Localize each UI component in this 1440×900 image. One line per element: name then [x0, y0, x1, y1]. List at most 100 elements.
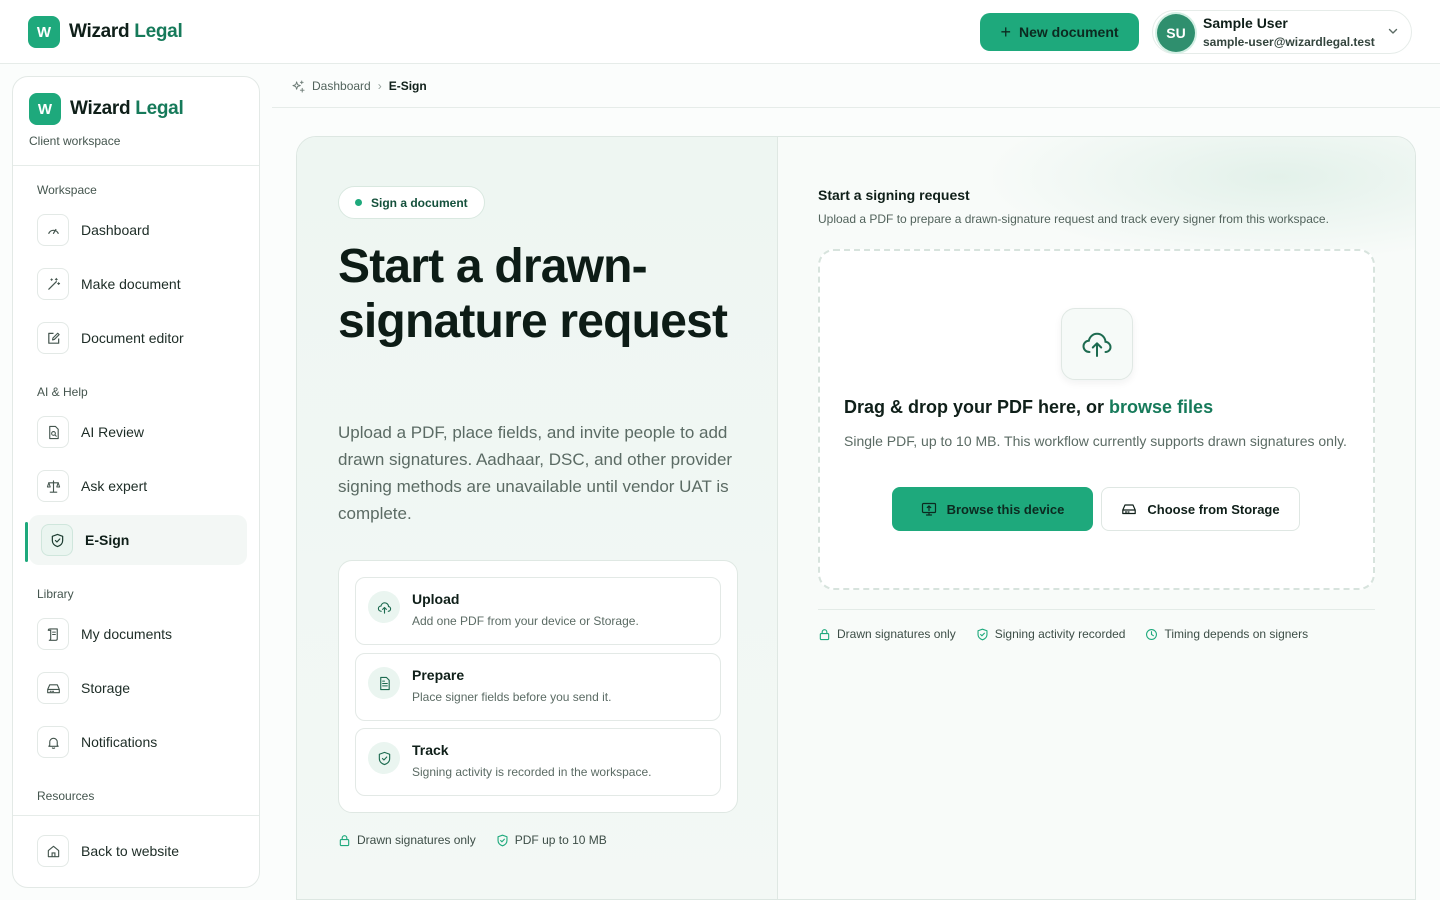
steps-card: Upload Add one PDF from your device or S… — [338, 560, 738, 813]
sidebar-item-label: My documents — [81, 626, 173, 642]
browse-files-link[interactable]: browse files — [1109, 397, 1213, 417]
file-review-icon — [37, 416, 69, 448]
badge-label: Drawn signatures only — [357, 833, 476, 847]
badge-activity-recorded: Signing activity recorded — [976, 627, 1126, 641]
dropzone-title: Drag & drop your PDF here, or browse fil… — [844, 397, 1213, 418]
page-title: Start a drawn-signature request — [338, 240, 728, 348]
signing-request-title: Start a signing request — [818, 187, 970, 203]
pill-label: Sign a document — [371, 195, 468, 210]
dropzone-description: Single PDF, up to 10 MB. This workflow c… — [844, 433, 1347, 449]
request-badges: Drawn signatures only Signing activity r… — [818, 627, 1328, 641]
sidebar-item-label: Make document — [81, 276, 181, 292]
scale-icon — [37, 470, 69, 502]
shield-check-icon — [977, 628, 988, 640]
scroll-icon — [37, 618, 69, 650]
edit-icon — [37, 322, 69, 354]
home-icon — [37, 835, 69, 867]
section-library: Library — [37, 587, 74, 601]
shield-check-icon — [41, 524, 73, 556]
brand-name-main: Wizard — [70, 98, 131, 119]
request-divider — [818, 609, 1375, 610]
gauge-icon — [37, 214, 69, 246]
sidebar-item-notifications[interactable]: Notifications — [25, 717, 247, 767]
sidebar-item-ai-review[interactable]: AI Review — [25, 407, 247, 457]
hero-badges: Drawn signatures only PDF up to 10 MB — [338, 833, 627, 847]
sidebar-item-label: AI Review — [81, 424, 145, 440]
hero-section: Sign a document Start a drawn-signature … — [297, 137, 778, 899]
choose-storage-button[interactable]: Choose from Storage — [1101, 487, 1300, 531]
sidebar-item-dashboard[interactable]: Dashboard — [25, 205, 247, 255]
sidebar-item-label: Back to website — [81, 843, 180, 859]
upload-tile — [1061, 308, 1133, 380]
magic-wand-icon — [37, 268, 69, 300]
cloud-upload-icon — [368, 591, 400, 623]
sidebar-divider — [13, 815, 259, 816]
lock-icon — [819, 628, 830, 640]
badge-drawn-signatures: Drawn signatures only — [338, 833, 476, 847]
status-dot — [355, 199, 362, 206]
top-bar: W Wizard Legal + New document SU Sample … — [0, 0, 1440, 64]
breadcrumb-divider — [272, 107, 1440, 108]
breadcrumb: Dashboard › E-Sign — [292, 78, 427, 94]
sidebar-item-document-editor[interactable]: Document editor — [25, 313, 247, 363]
sidebar-divider — [13, 165, 259, 166]
chevron-down-icon — [1388, 28, 1398, 34]
badge-label: Signing activity recorded — [994, 627, 1126, 641]
plus-icon: + — [1000, 22, 1011, 42]
user-menu[interactable]: SU Sample User sample-user@wizardlegal.t… — [1152, 10, 1412, 54]
user-name: Sample User — [1203, 15, 1288, 31]
brand-name-accent: Legal — [134, 21, 183, 42]
sidebar-item-label: Document editor — [81, 330, 184, 346]
browse-device-label: Browse this device — [946, 501, 1065, 517]
cloud-upload-icon — [1082, 332, 1112, 357]
brand-name-accent: Legal — [135, 98, 184, 119]
step-title: Upload — [412, 591, 460, 607]
new-document-button[interactable]: + New document — [980, 13, 1139, 51]
choose-storage-label: Choose from Storage — [1147, 501, 1280, 517]
badge-pdf-size: PDF up to 10 MB — [496, 833, 607, 847]
breadcrumb-separator-icon: › — [377, 79, 382, 93]
section-ai-help: AI & Help — [37, 385, 88, 399]
sidebar-item-label: E-Sign — [85, 532, 130, 548]
sidebar-item-make-document[interactable]: Make document — [25, 259, 247, 309]
clock-icon — [1146, 628, 1158, 640]
sidebar: W Wizard Legal Client workspace Workspac… — [12, 76, 260, 888]
badge-label: Timing depends on signers — [1164, 627, 1309, 641]
bell-icon — [37, 726, 69, 758]
pdf-dropzone[interactable]: Drag & drop your PDF here, or browse fil… — [818, 249, 1375, 590]
esign-panel: Sign a document Start a drawn-signature … — [296, 136, 1416, 900]
new-document-label: New document — [1018, 24, 1119, 40]
browse-device-button[interactable]: Browse this device — [892, 487, 1093, 531]
avatar: SU — [1157, 14, 1195, 52]
signing-request-section: Start a signing request Upload a PDF to … — [778, 137, 1415, 899]
sidebar-item-esign[interactable]: E-Sign — [29, 515, 247, 565]
lock-icon — [339, 834, 350, 846]
sidebar-brand[interactable]: W Wizard Legal — [29, 93, 184, 125]
section-resources: Resources — [37, 789, 95, 803]
breadcrumb-current: E-Sign — [388, 79, 427, 93]
brand-logo[interactable]: W Wizard Legal — [28, 16, 183, 48]
brand-name: Wizard Legal — [70, 98, 184, 120]
sign-document-pill: Sign a document — [338, 186, 485, 219]
active-indicator — [25, 522, 28, 562]
shield-check-icon — [497, 834, 508, 846]
brand-name: Wizard Legal — [69, 21, 183, 43]
sidebar-item-storage[interactable]: Storage — [25, 663, 247, 713]
hard-drive-icon — [37, 672, 69, 704]
user-email: sample-user@wizardlegal.test — [1203, 35, 1375, 49]
step-title: Prepare — [412, 667, 465, 683]
dropzone-title-text: Drag & drop your PDF here, or — [844, 397, 1110, 417]
sidebar-item-label: Notifications — [81, 734, 158, 750]
sidebar-item-back-to-website[interactable]: Back to website — [25, 826, 247, 876]
sidebar-item-my-documents[interactable]: My documents — [25, 609, 247, 659]
step-description: Place signer fields before you send it. — [412, 690, 612, 704]
brand-name-main: Wizard — [69, 21, 130, 42]
badge-timing: Timing depends on signers — [1145, 627, 1308, 641]
breadcrumb-dashboard[interactable]: Dashboard — [312, 79, 371, 93]
sidebar-item-label: Dashboard — [81, 222, 150, 238]
sidebar-item-ask-expert[interactable]: Ask expert — [25, 461, 247, 511]
step-description: Add one PDF from your device or Storage. — [412, 614, 639, 628]
signing-request-subtitle: Upload a PDF to prepare a drawn-signatur… — [818, 212, 1329, 226]
shield-check-icon — [368, 742, 400, 774]
badge-label: Drawn signatures only — [837, 627, 956, 641]
